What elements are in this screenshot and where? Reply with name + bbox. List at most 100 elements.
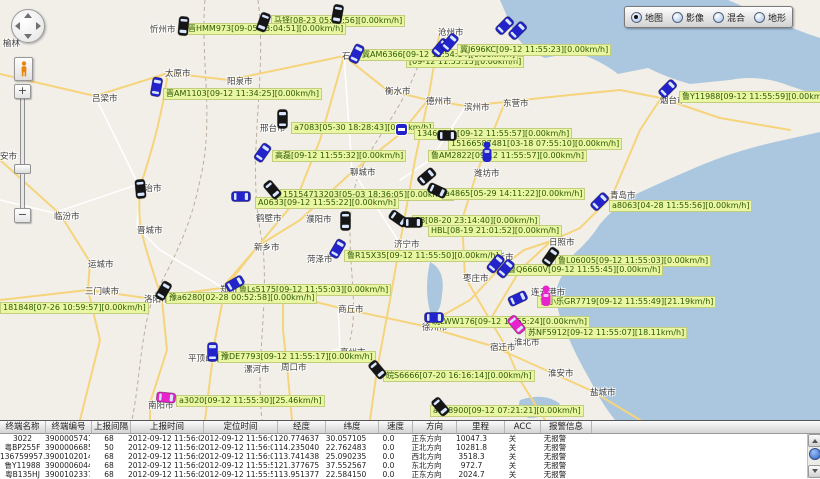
column-header-12[interactable]: 报警信息 xyxy=(541,421,592,433)
vehicle-label[interactable]: 鲁Q6660V[09-12 11:55:45][0.00km/h] xyxy=(506,265,662,275)
vehicle-label[interactable]: 苏NF5912[09-12 11:55:07][18.11km/h] xyxy=(526,328,686,338)
column-header-11[interactable]: ACC xyxy=(505,421,541,433)
table-cell: 2012-09-12 11:55:59 xyxy=(200,461,273,470)
table-cell: 113.741438 xyxy=(273,452,320,461)
pan-left-icon[interactable] xyxy=(15,22,20,30)
vehicle-marker[interactable] xyxy=(176,16,190,37)
column-header-2[interactable]: 终端编号 xyxy=(46,421,92,433)
map-type-option-影像[interactable]: 影像 xyxy=(672,11,704,24)
vehicle-marker[interactable] xyxy=(156,391,177,405)
table-cell: 2012-09-12 11:56:09 xyxy=(128,434,200,443)
table-cell: 2012-09-12 11:56:09 xyxy=(128,443,200,452)
radio-icon[interactable] xyxy=(754,12,765,23)
zoom-out-button[interactable]: − xyxy=(14,208,31,223)
vehicle-label[interactable]: a4865[05-29 14:11:22][0.00km/h] xyxy=(443,189,584,199)
scroll-thumb[interactable] xyxy=(809,448,820,460)
vehicle-label[interactable]: 鲁Y11988[09-12 11:55:59][0.00km/h] xyxy=(680,92,820,102)
table-cell: 3022 xyxy=(0,434,45,443)
vehicle-label[interactable]: 冀J696KC[09-12 11:55:23][0.00km/h] xyxy=(458,45,610,55)
vehicle-label[interactable]: A0633[09-12 11:55:22][0.00km/h] xyxy=(256,198,398,208)
vehicle-label[interactable]: 高磊[09-12 11:55:32][0.00km/h] xyxy=(273,151,405,161)
vehicle-marker[interactable] xyxy=(277,109,289,129)
vehicle-label[interactable]: 豫DE7793[09-12 11:55:17][0.00km/h] xyxy=(219,352,375,362)
pan-right-icon[interactable] xyxy=(36,22,41,30)
table-cell: 2012-09-12 11:56:02 xyxy=(200,434,273,443)
pan-up-icon[interactable] xyxy=(24,13,32,18)
zoom-slider-handle[interactable] xyxy=(14,164,31,174)
vehicle-label[interactable]: a7083[05-30 18:28:43][0.00km/h] xyxy=(292,123,433,133)
table-row[interactable]: 鲁Y119883900006044682012-09-12 11:56:0620… xyxy=(0,461,820,470)
city-label: 忻州市 xyxy=(150,26,176,35)
vehicle-label[interactable]: 鲁R15X35[09-12 11:55:50][0.00km/h] xyxy=(345,251,501,261)
city-label: 枣庄市 xyxy=(463,275,489,284)
column-header-6[interactable]: 经度 xyxy=(278,421,326,433)
vehicle-label[interactable]: 58[08-20 23:14:40][0.00km/h] xyxy=(413,216,539,226)
table-row[interactable]: 粤BP255F3900006685502012-09-12 11:56:0920… xyxy=(0,443,820,452)
vehicle-marker[interactable] xyxy=(133,179,147,200)
map-type-control[interactable]: 地图影像混合地形 xyxy=(624,6,793,28)
table-cell: 0.0 xyxy=(372,434,405,443)
column-header-5[interactable]: 定位时间 xyxy=(204,421,278,433)
scroll-up-button[interactable] xyxy=(808,434,820,447)
vehicle-label[interactable]: 鲁AM2822[09-12 11:55:57][0.00km/h] xyxy=(429,151,586,161)
city-label: 菏泽市 xyxy=(307,256,333,265)
column-header-1[interactable]: 终端名称 xyxy=(0,421,46,433)
column-header-filler xyxy=(592,421,820,433)
table-cell: 2012-09-12 11:56:06 xyxy=(128,461,200,470)
radio-icon[interactable] xyxy=(672,12,683,23)
map-pan-control[interactable] xyxy=(11,9,45,43)
vehicle-label[interactable]: 15166587481[03-18 07:55:10][0.00km/h] xyxy=(449,139,621,149)
vehicle-label[interactable]: a3020[09-12 11:55:30][25.46km/h] xyxy=(177,396,324,406)
vehicle-label[interactable]: 豫a6280[02-28 00:52:58][0.00km/h] xyxy=(167,293,316,303)
table-cell: 2012-09-12 11:56:07 xyxy=(128,452,200,461)
table-cell: 120.774637 xyxy=(273,434,320,443)
table-cell: 无报警 xyxy=(530,434,580,443)
zoom-in-button[interactable]: + xyxy=(14,84,31,99)
person-marker[interactable] xyxy=(481,141,493,161)
table-row[interactable]: 30223900005741682012-09-12 11:56:092012-… xyxy=(0,434,820,443)
vehicle-marker[interactable] xyxy=(437,130,457,142)
vehicle-label[interactable]: a8063[04-28 11:55:56][0.00km/h] xyxy=(610,201,751,211)
table-cell: 121.377675 xyxy=(273,461,320,470)
city-label: 商丘市 xyxy=(338,306,364,315)
vehicle-label[interactable]: HBL[08-19 21:01:52][0.00km/h] xyxy=(429,226,561,236)
city-label: 滨州市 xyxy=(464,104,490,113)
vehicle-marker[interactable] xyxy=(424,312,444,324)
column-header-10[interactable]: 里程 xyxy=(457,421,505,433)
radio-icon[interactable] xyxy=(713,12,724,23)
zoom-slider-track[interactable] xyxy=(20,98,25,210)
table-cell: 68 xyxy=(90,461,128,470)
city-label: 三门峡市 xyxy=(85,288,119,297)
scroll-down-button[interactable] xyxy=(808,465,820,478)
street-view-pegman-button[interactable] xyxy=(14,57,33,81)
table-cell: 3900102014 xyxy=(45,452,90,461)
vehicle-marker[interactable] xyxy=(231,191,251,203)
table-cell: 0.0 xyxy=(372,452,405,461)
table-scrollbar[interactable] xyxy=(807,434,820,478)
column-header-7[interactable]: 纬度 xyxy=(326,421,379,433)
vehicle-label[interactable]: a758900[09-12 07:21:21][0.00km/h] xyxy=(431,406,583,416)
vehicle-marker[interactable] xyxy=(207,342,219,362)
device-marker[interactable] xyxy=(395,123,407,143)
column-header-3[interactable]: 上报间隔 xyxy=(92,421,131,433)
pan-down-icon[interactable] xyxy=(24,34,32,39)
table-cell: 10047.3 xyxy=(448,434,495,443)
table-row[interactable]: 136759957...3900102014682012-09-12 11:56… xyxy=(0,452,820,461)
map-type-option-混合[interactable]: 混合 xyxy=(713,11,745,24)
column-header-9[interactable]: 方向 xyxy=(413,421,457,433)
column-header-8[interactable]: 速度 xyxy=(379,421,413,433)
vehicle-marker[interactable] xyxy=(403,217,423,229)
table-cell: 正东方向 xyxy=(405,434,448,443)
person-marker[interactable] xyxy=(540,285,552,305)
map-canvas[interactable]: 榆林忻州市沧州市太原市阳泉市吕梁市石家庄衡水市德州市滨州市东营市烟台市青岛市日照… xyxy=(0,0,820,420)
vehicle-label[interactable]: 181848[07-26 10:59:57][0.00km/h] xyxy=(1,303,148,313)
vehicle-label[interactable]: 鲁小乐GR7719[09-12 11:55:49][21.19km/h] xyxy=(538,297,715,307)
vehicle-marker[interactable] xyxy=(339,211,351,231)
radio-icon[interactable] xyxy=(631,12,642,23)
column-header-4[interactable]: 上报时间 xyxy=(131,421,204,433)
map-type-option-地图[interactable]: 地图 xyxy=(631,11,663,24)
vehicle-label[interactable]: [09-12 11:55:57][0.00km/h] xyxy=(455,129,571,139)
vehicle-label[interactable]: 皖S6666[07-20 16:16:14][0.00km/h] xyxy=(384,371,534,381)
map-type-option-地形[interactable]: 地形 xyxy=(754,11,786,24)
vehicle-label[interactable]: 晋AM1103[09-12 11:34:25][0.00km/h] xyxy=(164,89,321,99)
